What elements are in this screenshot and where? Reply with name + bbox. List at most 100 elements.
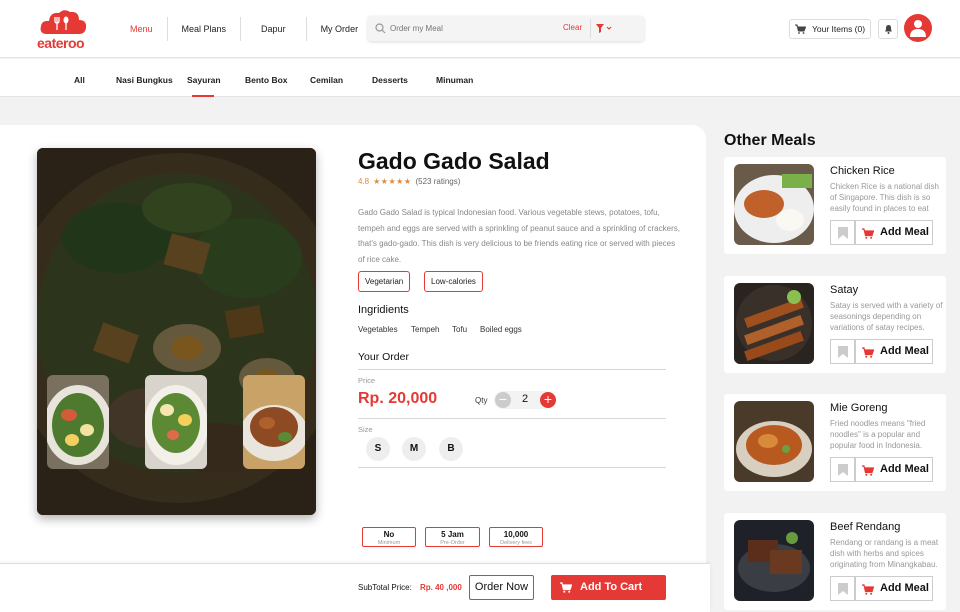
user-avatar[interactable] [904, 14, 932, 42]
top-bar: eateroo Menu Meal Plans Dapur My Order C… [0, 0, 960, 58]
tag-vegetarian: Vegetarian [358, 271, 411, 292]
bookmark-icon [838, 346, 848, 358]
divider [358, 369, 666, 370]
subtotal-value: Rp. 40 ,000 [420, 583, 462, 592]
rating-stars-icon: ★★★★★ [373, 177, 412, 186]
meal-description: Rendang or randang is a meat dish with h… [830, 538, 939, 569]
add-meal-button[interactable]: Add Meal [855, 576, 933, 601]
nav-item-my-order[interactable]: My Order [307, 17, 373, 41]
info-pre-order: 5 Jam Pre-Order [425, 527, 480, 547]
add-meal-label: Add Meal [880, 463, 929, 475]
other-meals-heading: Other Meals [724, 132, 816, 149]
info-minimum: No Minimum [362, 527, 416, 547]
cart-label: Your Items (0) [812, 24, 866, 34]
meal-card[interactable]: Chicken Rice Chicken Rice is a national … [724, 157, 946, 254]
cart-icon [862, 228, 874, 239]
info-value: 5 Jam [441, 530, 464, 539]
order-now-button[interactable]: Order Now [469, 575, 534, 600]
ingredient-item: Tofu [452, 325, 468, 334]
main-nav: Menu Meal Plans Dapur My Order [116, 17, 372, 41]
meal-name: Chicken Rice [830, 165, 895, 177]
nav-item-menu[interactable]: Menu [116, 17, 168, 41]
add-meal-button[interactable]: Add Meal [855, 220, 933, 245]
meal-description: Fried noodles means "fried noodles" is a… [830, 419, 926, 450]
size-option-b[interactable]: B [439, 437, 463, 461]
add-meal-button[interactable]: Add Meal [855, 457, 933, 482]
active-category-indicator [192, 95, 214, 97]
product-thumbnail-3[interactable] [243, 375, 305, 469]
brand-logo[interactable]: eateroo [35, 8, 93, 51]
product-title: Gado Gado Salad [358, 148, 550, 174]
meal-image [734, 283, 814, 364]
filter-icon[interactable] [595, 23, 613, 34]
cart-icon [862, 347, 874, 358]
add-meal-label: Add Meal [880, 582, 929, 594]
product-rating: 4.8 ★★★★★ (523 ratings) [358, 177, 460, 186]
category-all[interactable]: All [74, 75, 85, 85]
ingredient-item: Tempeh [411, 325, 440, 334]
cart-icon [795, 24, 806, 34]
info-value: 10,000 [503, 530, 529, 539]
category-minuman[interactable]: Minuman [436, 75, 473, 85]
meal-name: Satay [830, 284, 859, 296]
brand-name: eateroo [37, 35, 85, 51]
info-value: No [383, 530, 395, 539]
add-meal-label: Add Meal [880, 345, 929, 357]
info-label: Minimum [377, 540, 401, 546]
bookmark-button[interactable] [830, 220, 855, 245]
add-to-cart-label: Add To Cart [580, 581, 643, 593]
add-meal-label: Add Meal [880, 226, 929, 238]
price-label: Price [358, 376, 376, 385]
meal-image [734, 164, 814, 245]
search-input[interactable] [390, 19, 550, 38]
category-cemilan[interactable]: Cemilan [310, 75, 343, 85]
qty-decrease-button[interactable]: − [495, 392, 511, 408]
add-meal-button[interactable]: Add Meal [855, 339, 933, 364]
divider [358, 467, 666, 468]
size-option-s[interactable]: S [366, 437, 390, 461]
info-label: Delivery fees [500, 540, 532, 546]
category-nasi-bungkus[interactable]: Nasi Bungkus [116, 75, 173, 85]
meal-name: Mie Goreng [830, 402, 888, 414]
bookmark-icon [838, 227, 848, 239]
ingredients-heading: Ingridients [358, 304, 409, 316]
category-sayuran[interactable]: Sayuran [187, 75, 221, 85]
search-divider [590, 19, 591, 38]
qty-increase-button[interactable]: + [540, 392, 556, 408]
search-icon [375, 23, 386, 34]
cart-icon [862, 584, 874, 595]
meal-image [734, 520, 814, 601]
bookmark-icon [838, 464, 848, 476]
add-to-cart-button[interactable]: Add To Cart [551, 575, 666, 600]
meal-card[interactable]: Beef Rendang Rendang or randang is a mea… [724, 513, 946, 610]
divider [358, 418, 666, 419]
bell-icon [885, 25, 892, 34]
notification-button[interactable] [878, 19, 898, 39]
bookmark-button[interactable] [830, 457, 855, 482]
cart-button[interactable]: Your Items (0) [789, 19, 871, 39]
meal-card[interactable]: Mie Goreng Fried noodles means "fried no… [724, 394, 946, 491]
meal-description: Satay is served with a variety of season… [830, 301, 943, 332]
user-icon [910, 20, 926, 37]
search-clear-button[interactable]: Clear [563, 23, 582, 32]
product-thumbnail-2[interactable] [145, 375, 207, 469]
category-bento-box[interactable]: Bento Box [245, 75, 288, 85]
ratings-count: (523 ratings) [415, 177, 461, 186]
bookmark-button[interactable] [830, 576, 855, 601]
category-desserts[interactable]: Desserts [372, 75, 408, 85]
meal-description: Chicken Rice is a national dish of Singa… [830, 182, 939, 213]
rating-value: 4.8 [358, 177, 370, 186]
size-label: Size [358, 425, 373, 434]
your-order-heading: Your Order [358, 351, 409, 363]
nav-item-meal-plans[interactable]: Meal Plans [168, 17, 242, 41]
search-bar: Clear [368, 16, 644, 41]
meal-card[interactable]: Satay Satay is served with a variety of … [724, 276, 946, 373]
product-thumbnail-1[interactable] [47, 375, 109, 469]
tag-low-calories: Low-calories [424, 271, 483, 292]
size-option-m[interactable]: M [402, 437, 426, 461]
bookmark-button[interactable] [830, 339, 855, 364]
product-description: Gado Gado Salad is typical Indonesian fo… [358, 208, 680, 264]
category-bar: All Nasi Bungkus Sayuran Bento Box Cemil… [0, 59, 960, 97]
nav-item-dapur[interactable]: Dapur [241, 17, 307, 41]
qty-value[interactable]: 2 [518, 393, 532, 405]
